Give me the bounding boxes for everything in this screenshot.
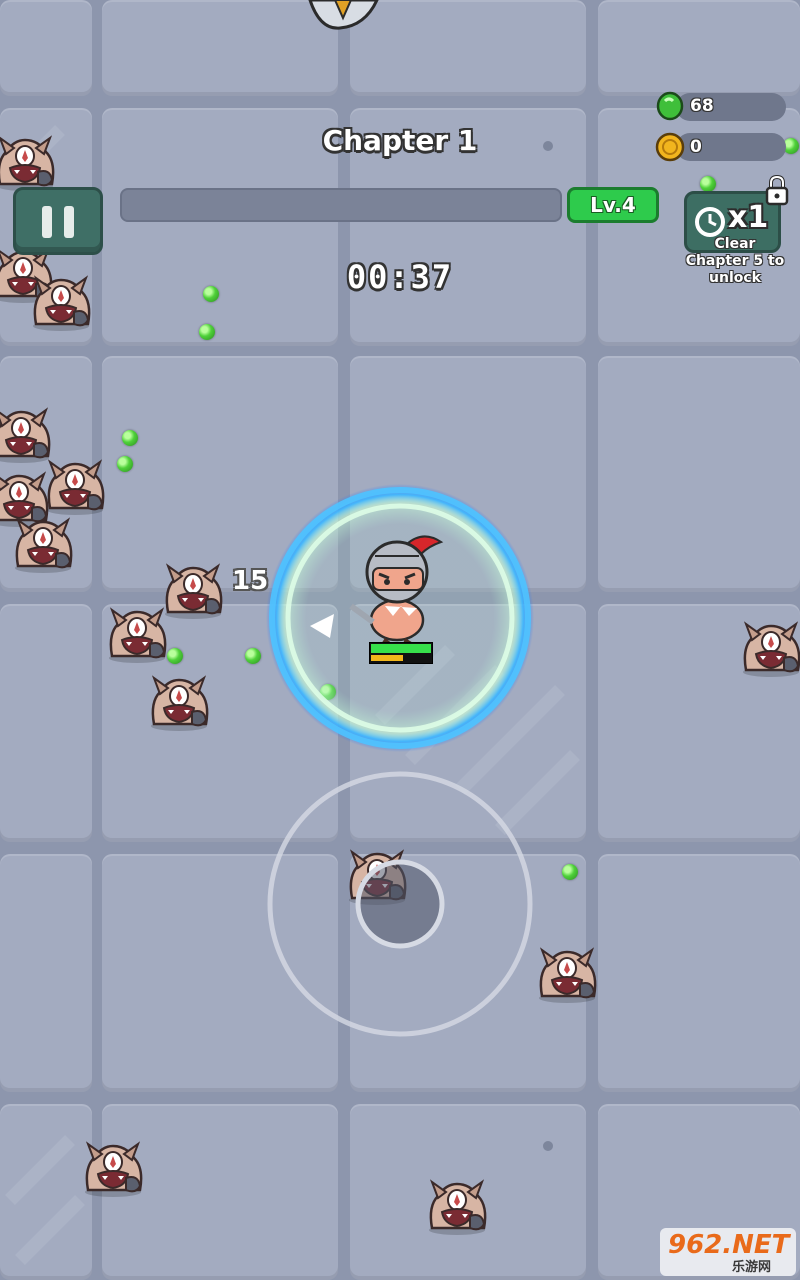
horned-monster-enemy bbox=[149, 676, 209, 732]
horned-monster-enemy bbox=[0, 136, 55, 192]
spinning-axe-icon bbox=[308, 0, 379, 30]
speed-multiplier: x1 bbox=[728, 200, 769, 235]
hero-knight bbox=[349, 535, 444, 644]
green-gem-icon bbox=[656, 91, 684, 121]
direction-arrow-icon bbox=[310, 614, 334, 638]
virtual-joystick[interactable] bbox=[264, 768, 536, 1040]
horned-monster-enemy bbox=[13, 518, 73, 574]
unlock-hint-line: Clear bbox=[714, 236, 756, 252]
horned-monster-enemy bbox=[107, 608, 167, 664]
survival-timer: 00:37 bbox=[346, 258, 454, 296]
xp-gem bbox=[700, 176, 716, 192]
horned-monster-enemy bbox=[741, 622, 800, 678]
horned-monster-enemy bbox=[31, 276, 91, 332]
gold-coin-icon bbox=[655, 132, 685, 162]
xp-gem bbox=[562, 864, 578, 880]
xp-gem bbox=[122, 430, 138, 446]
pause-button[interactable] bbox=[13, 187, 103, 255]
xp-gem bbox=[199, 324, 215, 340]
watermark-subtitle: 乐游网 bbox=[732, 1260, 772, 1275]
game-stage: 15 Chapter 1 Lv.4 00:37 68 0 x1 Clear Ch… bbox=[0, 0, 800, 1280]
hero-health-bar bbox=[369, 642, 433, 664]
horned-monster-enemy bbox=[427, 1180, 487, 1236]
horned-monster-enemy bbox=[537, 948, 597, 1004]
pause-icon bbox=[42, 206, 52, 238]
gem-count: 68 bbox=[690, 96, 714, 116]
horned-monster-enemy bbox=[0, 408, 51, 464]
lock-icon bbox=[765, 174, 789, 206]
unlock-hint-line: unlock bbox=[709, 270, 761, 286]
unlock-hint-line: Chapter 5 to bbox=[685, 253, 785, 269]
coin-count: 0 bbox=[690, 137, 702, 157]
experience-bar bbox=[120, 188, 562, 222]
level-badge: Lv.4 bbox=[567, 187, 659, 223]
speed-unlock-hint: Clear Chapter 5 to unlock bbox=[676, 236, 794, 287]
horned-monster-enemy bbox=[45, 460, 105, 516]
chapter-title: Chapter 1 bbox=[322, 124, 478, 157]
xp-gem bbox=[203, 286, 219, 302]
horned-monster-enemy bbox=[83, 1142, 143, 1198]
xp-gem bbox=[117, 456, 133, 472]
xp-gem bbox=[245, 648, 261, 664]
watermark-logo: 962.NET bbox=[668, 1230, 790, 1260]
speed-clock-icon bbox=[695, 207, 725, 237]
